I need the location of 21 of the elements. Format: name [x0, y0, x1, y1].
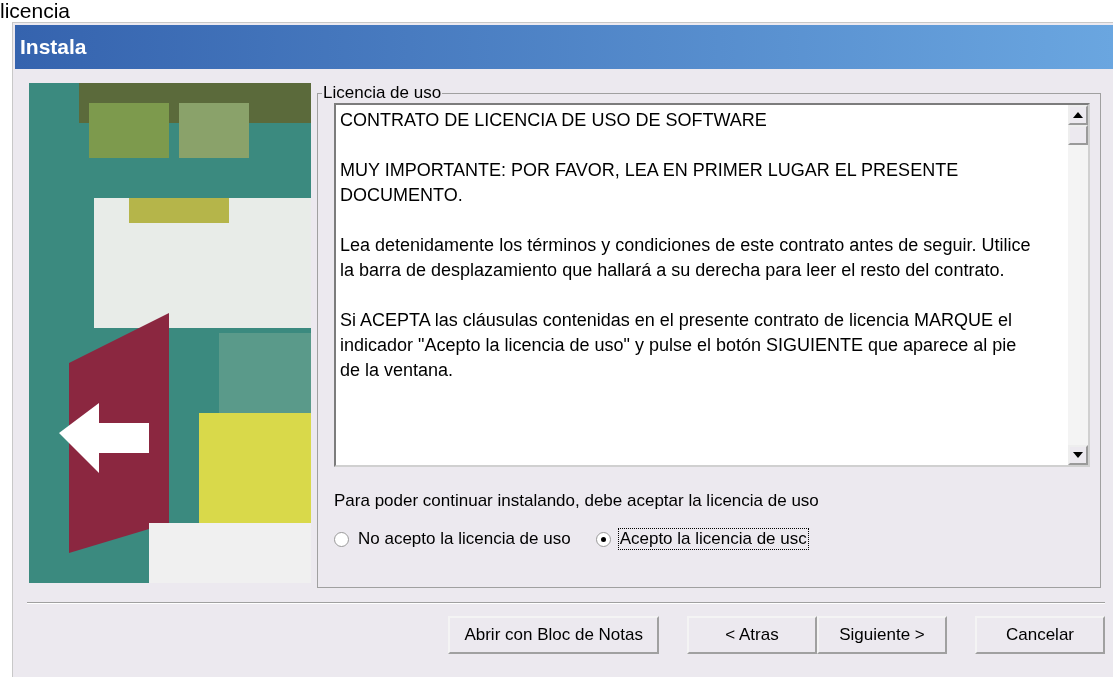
dialog-button[interactable]: Siguiente > — [817, 616, 947, 654]
window-title: Instala — [20, 35, 87, 59]
license-paragraph: CONTRATO DE LICENCIA DE USO DE SOFTWARE — [340, 109, 768, 132]
group-legend: Licencia de uso — [322, 83, 443, 103]
scroll-thumb[interactable] — [1068, 125, 1088, 145]
up-arrow-icon — [1073, 112, 1083, 118]
license-paragraph: MUY IMPORTANTE: POR FAVOR, LEA EN PRIMER LUGAR EL PRESENTE DOCUMENTO. — [340, 159, 960, 207]
radio-icon[interactable] — [595, 531, 611, 547]
dialog-button[interactable]: Abrir con Bloc de Notas — [448, 616, 659, 654]
caption-text: licencia — [0, 0, 71, 22]
license-paragraph: Si ACEPTA las cláusulas contenidas en el presente contrato de licencia MARQUE el indicador "Acepto la licencia de uso" y pulse el botón SIGUIENTE que aparece al pie de la ventana. — [340, 309, 1018, 382]
scroll-bar[interactable] — [1068, 105, 1088, 465]
license-text-area[interactable] — [334, 103, 1090, 467]
down-arrow-icon — [1073, 452, 1083, 458]
radio-icon[interactable] — [334, 531, 349, 547]
dialog-button[interactable]: Cancelar — [975, 616, 1105, 654]
dialog-button[interactable]: < Atras — [687, 616, 817, 654]
license-paragraph: Lea detenidamente los términos y condiciones de este contrato antes de seguir. Utilice la barra de desplazamiento que hallará a su derecha para leer el resto del contrato. — [340, 234, 1032, 282]
scroll-down-button[interactable] — [1068, 445, 1088, 465]
scroll-up-button[interactable] — [1068, 105, 1088, 125]
instruction-text: Para poder continuar instalando, debe aceptar la licencia de uso — [334, 491, 820, 511]
